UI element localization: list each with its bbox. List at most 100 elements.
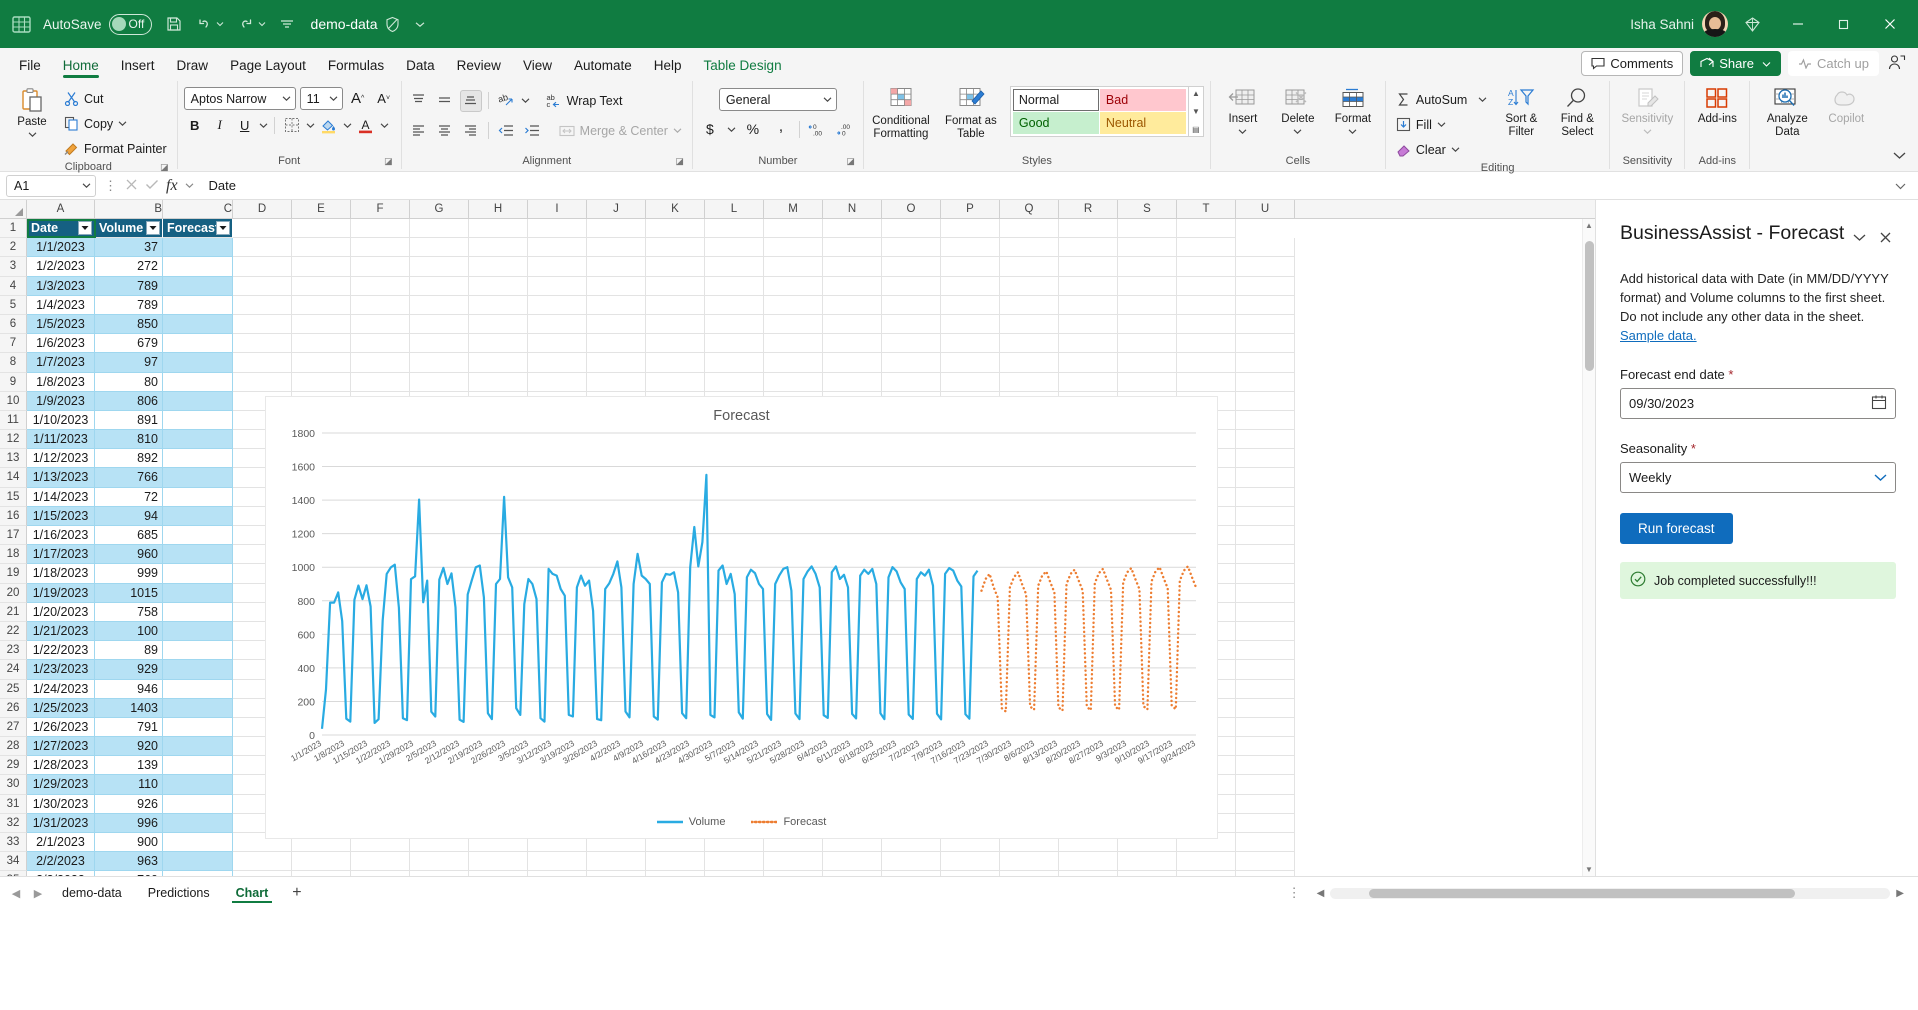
cell-empty[interactable]: [941, 296, 1000, 315]
cell-empty[interactable]: [469, 238, 528, 257]
cell-date[interactable]: 1/26/2023: [27, 718, 95, 737]
cell-empty[interactable]: [351, 871, 410, 876]
sensitivity-button[interactable]: Sensitivity: [1616, 85, 1678, 137]
cell-empty[interactable]: [469, 277, 528, 296]
cell-empty[interactable]: [351, 315, 410, 334]
cell-empty[interactable]: [1236, 584, 1295, 603]
cell-date[interactable]: 1/6/2023: [27, 334, 95, 353]
cell-empty[interactable]: [528, 871, 587, 876]
table-row[interactable]: 352/3/2023760: [0, 871, 1595, 876]
cell-empty[interactable]: [1236, 718, 1295, 737]
table-row[interactable]: 91/8/202380: [0, 373, 1595, 392]
filter-dropdown-volume[interactable]: [146, 221, 160, 235]
copilot-button[interactable]: Copilot: [1820, 85, 1872, 128]
cell-empty[interactable]: [823, 257, 882, 276]
cell-empty[interactable]: [528, 238, 587, 257]
cell-date[interactable]: 1/30/2023: [27, 795, 95, 814]
chevron-down-icon[interactable]: [1848, 226, 1870, 248]
cell-volume[interactable]: 272: [95, 257, 163, 276]
cell-empty[interactable]: [351, 296, 410, 315]
bold-button[interactable]: B: [184, 114, 206, 136]
sheet-tab-predictions[interactable]: Predictions: [136, 882, 222, 904]
cell-empty[interactable]: [233, 296, 292, 315]
cell-forecast[interactable]: [163, 699, 233, 718]
cell-date[interactable]: 1/19/2023: [27, 584, 95, 603]
cell-empty[interactable]: [882, 257, 941, 276]
cell-date[interactable]: 1/10/2023: [27, 411, 95, 430]
cell-empty[interactable]: [941, 238, 1000, 257]
cell-forecast[interactable]: [163, 737, 233, 756]
delete-cells-button[interactable]: Delete: [1272, 85, 1324, 137]
cell-empty[interactable]: [351, 353, 410, 372]
cell-volume[interactable]: 97: [95, 353, 163, 372]
cell-date[interactable]: 1/11/2023: [27, 430, 95, 449]
cell-forecast[interactable]: [163, 334, 233, 353]
row-header-12[interactable]: 12: [0, 430, 27, 449]
cell-empty[interactable]: [882, 334, 941, 353]
cell-forecast[interactable]: [163, 411, 233, 430]
tab-data[interactable]: Data: [395, 54, 446, 78]
cell-forecast[interactable]: [163, 871, 233, 876]
table-row[interactable]: 342/2/2023963: [0, 852, 1595, 871]
cell-empty[interactable]: [1236, 737, 1295, 756]
cell-empty[interactable]: [882, 852, 941, 871]
name-box-more-icon[interactable]: ⋮: [100, 178, 121, 194]
cell-empty[interactable]: [469, 871, 528, 876]
cell-forecast[interactable]: [163, 545, 233, 564]
cell-empty[interactable]: [823, 334, 882, 353]
cell-empty[interactable]: [410, 296, 469, 315]
seasonality-select[interactable]: Weekly: [1620, 462, 1896, 493]
cell-date[interactable]: 1/9/2023: [27, 392, 95, 411]
cell-empty[interactable]: [1177, 852, 1236, 871]
cell-volume[interactable]: 110: [95, 775, 163, 794]
styles-more-icon[interactable]: ▤: [1192, 125, 1200, 134]
cell-empty[interactable]: [410, 871, 469, 876]
row-header-25[interactable]: 25: [0, 680, 27, 699]
cell-volume[interactable]: 100: [95, 622, 163, 641]
fill-button[interactable]: Fill: [1392, 112, 1491, 137]
cell-style-normal[interactable]: Normal: [1013, 89, 1099, 111]
cell-empty[interactable]: [1000, 296, 1059, 315]
cell-empty[interactable]: [646, 373, 705, 392]
cell-forecast[interactable]: [163, 449, 233, 468]
cell-empty[interactable]: [823, 277, 882, 296]
cell-forecast[interactable]: [163, 622, 233, 641]
cell-empty[interactable]: [941, 373, 1000, 392]
row-header-9[interactable]: 9: [0, 373, 27, 392]
percent-format-button[interactable]: %: [742, 118, 764, 140]
cell-empty[interactable]: [646, 277, 705, 296]
row-header-27[interactable]: 27: [0, 718, 27, 737]
cell-empty[interactable]: [1236, 756, 1295, 775]
cell-empty[interactable]: [587, 373, 646, 392]
row-header-32[interactable]: 32: [0, 814, 27, 833]
cell-forecast[interactable]: [163, 660, 233, 679]
sheet-tab-demo-data[interactable]: demo-data: [50, 882, 134, 904]
cell-volume[interactable]: 926: [95, 795, 163, 814]
cell-empty[interactable]: [823, 852, 882, 871]
cell-empty[interactable]: [233, 257, 292, 276]
cell-empty[interactable]: [292, 277, 351, 296]
cell-empty[interactable]: [1236, 814, 1295, 833]
row-header-4[interactable]: 4: [0, 277, 27, 296]
cell-empty[interactable]: [1236, 353, 1295, 372]
column-header-I[interactable]: I: [528, 200, 587, 218]
cell-volume[interactable]: 789: [95, 296, 163, 315]
cell-empty[interactable]: [469, 315, 528, 334]
alignment-dialog-launcher[interactable]: ◪: [675, 156, 684, 167]
cell-volume[interactable]: 999: [95, 564, 163, 583]
cell-empty[interactable]: [1177, 238, 1236, 257]
cell-forecast[interactable]: [163, 296, 233, 315]
tab-table-design[interactable]: Table Design: [693, 54, 793, 78]
row-header-16[interactable]: 16: [0, 507, 27, 526]
scroll-right-icon[interactable]: ▶: [1896, 888, 1904, 899]
cell-volume[interactable]: 758: [95, 603, 163, 622]
cell-empty[interactable]: [528, 334, 587, 353]
select-all-corner[interactable]: [0, 200, 27, 218]
increase-decimal-icon[interactable]: 0.00: [807, 118, 829, 140]
cell-empty[interactable]: [587, 238, 646, 257]
row-header-19[interactable]: 19: [0, 564, 27, 583]
cell-empty[interactable]: [705, 334, 764, 353]
table-header-forecast[interactable]: Forecast: [163, 219, 233, 238]
cell-volume[interactable]: 80: [95, 373, 163, 392]
styles-scroll-up-icon[interactable]: ▲: [1192, 89, 1200, 98]
